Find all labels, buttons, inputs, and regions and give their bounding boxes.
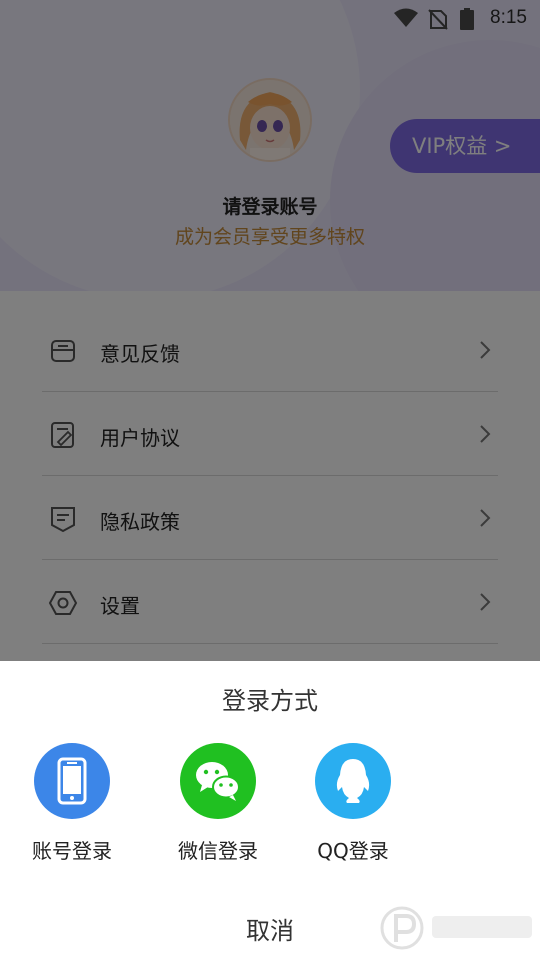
- phone-icon: [34, 743, 110, 819]
- qq-icon: [315, 743, 391, 819]
- sheet-title: 登录方式: [222, 687, 318, 715]
- wechat-icon: [180, 743, 256, 819]
- option-label: QQ登录: [317, 839, 389, 863]
- account-login-option[interactable]: 账号登录: [12, 743, 132, 864]
- qq-login-option[interactable]: QQ登录: [293, 743, 413, 864]
- watermark-logo: [372, 898, 540, 958]
- wechat-login-option[interactable]: 微信登录: [158, 743, 278, 864]
- option-label: 账号登录: [32, 839, 112, 863]
- option-label: 微信登录: [178, 839, 258, 863]
